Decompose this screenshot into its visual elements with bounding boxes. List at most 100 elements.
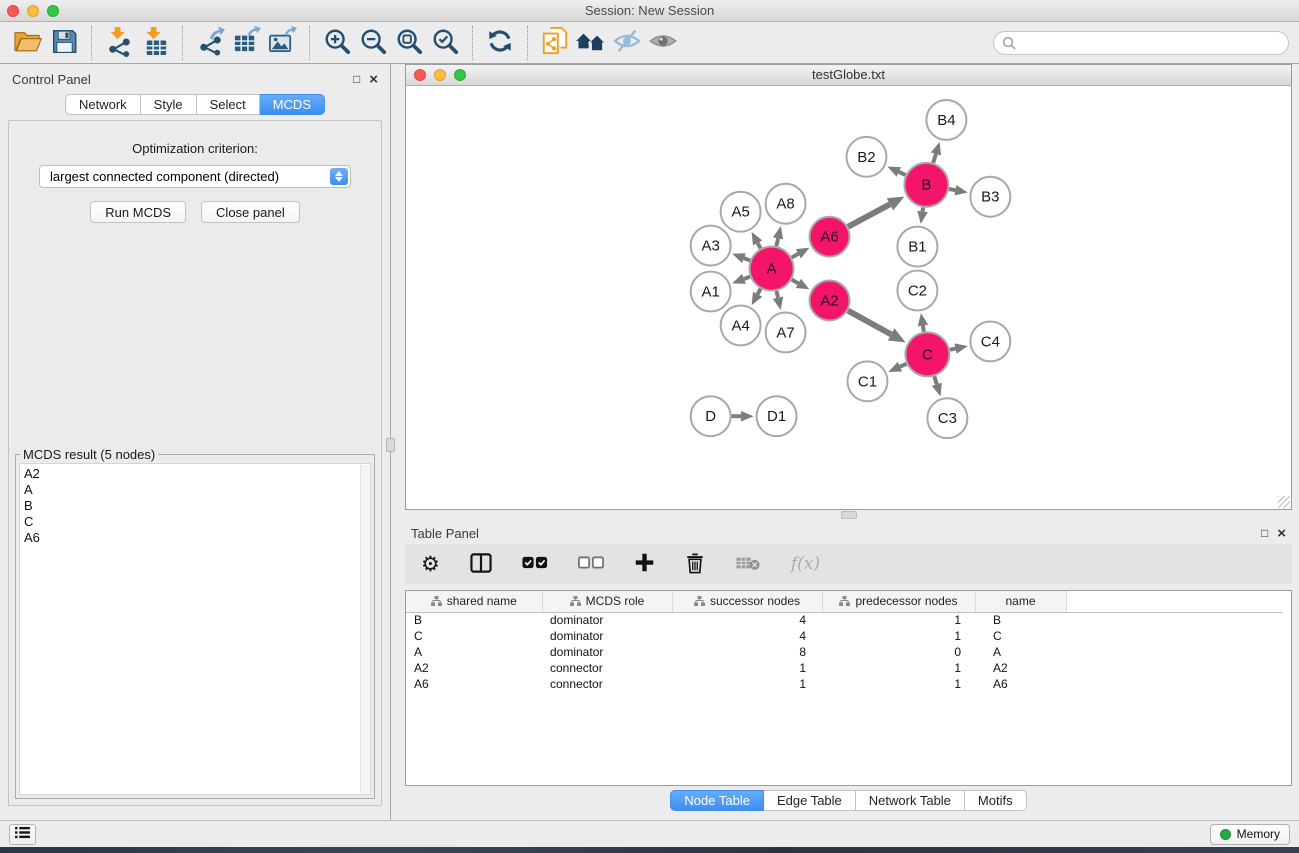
result-item[interactable]: A6 <box>24 530 370 546</box>
column-header-successor-nodes[interactable]: successor nodes <box>672 591 822 612</box>
close-window-button[interactable] <box>7 5 19 17</box>
table-row[interactable]: A2connector11A2 <box>406 660 1282 676</box>
cell-predecessor-nodes[interactable]: 0 <box>822 644 975 660</box>
graph-edge-A-A5[interactable] <box>758 243 761 249</box>
memory-button[interactable]: Memory <box>1210 824 1290 845</box>
cell-shared-name[interactable]: A2 <box>406 660 542 676</box>
zoom-in-button[interactable] <box>319 26 355 60</box>
tab-select[interactable]: Select <box>197 94 260 115</box>
cell-shared-name[interactable]: B <box>406 612 542 628</box>
table-row[interactable]: A6connector11A6 <box>406 676 1282 692</box>
window-resize-grip[interactable] <box>1278 496 1290 508</box>
deselect-all-button[interactable] <box>578 556 604 572</box>
network-canvas[interactable]: AA1A2A3A4A5A6A7A8BB1B2B3B4CC1C2C3C4DD1 <box>406 86 1291 509</box>
graph-node-A1[interactable]: A1 <box>691 272 731 312</box>
graph-node-A[interactable]: A <box>750 247 794 291</box>
cell-name[interactable]: A6 <box>975 676 1066 692</box>
tab-network-table[interactable]: Network Table <box>856 790 965 811</box>
graph-edge-B-B2[interactable] <box>899 172 906 175</box>
zoom-selected-button[interactable] <box>427 26 463 60</box>
zoom-fit-button[interactable] <box>391 26 427 60</box>
first-neighbors-button[interactable] <box>573 26 609 60</box>
graph-node-B1[interactable]: B1 <box>897 227 937 267</box>
float-table-panel-icon[interactable]: □ <box>1261 527 1268 539</box>
table-row[interactable]: Bdominator41B <box>406 612 1282 628</box>
cell-predecessor-nodes[interactable]: 1 <box>822 676 975 692</box>
graph-node-A2[interactable]: A2 <box>810 281 850 321</box>
import-network-button[interactable] <box>101 26 137 60</box>
graph-node-B4[interactable]: B4 <box>926 100 966 140</box>
close-table-panel-icon[interactable]: × <box>1277 526 1286 541</box>
splitter-grip[interactable] <box>841 511 857 519</box>
graph-edge-A-A6[interactable] <box>792 254 799 258</box>
graph-edge-B-B1[interactable] <box>923 207 924 211</box>
graph-node-B2[interactable]: B2 <box>847 137 887 177</box>
graph-node-D1[interactable]: D1 <box>757 396 797 436</box>
cell-successor-nodes[interactable]: 1 <box>672 676 822 692</box>
float-panel-icon[interactable]: □ <box>353 73 360 85</box>
tab-edge-table[interactable]: Edge Table <box>764 790 856 811</box>
cell-MCDS-role[interactable]: connector <box>542 676 672 692</box>
cell-name[interactable]: C <box>975 628 1066 644</box>
graph-edge-A-A4[interactable] <box>758 289 761 295</box>
graph-edge-B-B4[interactable] <box>933 154 936 163</box>
delete-table-button[interactable] <box>735 555 761 574</box>
graph-node-A3[interactable]: A3 <box>691 226 731 266</box>
network-minimize-button[interactable] <box>434 69 446 81</box>
save-session-button[interactable] <box>46 26 82 60</box>
graph-node-C3[interactable]: C3 <box>927 398 967 438</box>
refresh-button[interactable] <box>482 26 518 60</box>
graph-edge-A-A1[interactable] <box>744 277 750 279</box>
graph-node-C4[interactable]: C4 <box>970 321 1010 361</box>
result-list-scrollbar[interactable] <box>360 465 369 793</box>
cell-MCDS-role[interactable]: dominator <box>542 628 672 644</box>
export-image-button[interactable] <box>264 26 300 60</box>
cell-MCDS-role[interactable]: connector <box>542 660 672 676</box>
cell-successor-nodes[interactable]: 4 <box>672 628 822 644</box>
table-row[interactable]: Adominator80A <box>406 644 1282 660</box>
node-table-container[interactable]: shared nameMCDS rolesuccessor nodesprede… <box>405 590 1292 786</box>
cell-name[interactable]: B <box>975 612 1066 628</box>
cell-name[interactable]: A2 <box>975 660 1066 676</box>
delete-column-button[interactable] <box>685 552 705 577</box>
graph-edge-C-C2[interactable] <box>923 326 924 332</box>
task-history-button[interactable] <box>9 824 36 845</box>
show-all-button[interactable] <box>645 26 681 60</box>
close-panel-button[interactable]: Close panel <box>201 201 300 223</box>
result-item[interactable]: A2 <box>24 466 370 482</box>
mcds-result-list[interactable]: A2ABCA6 <box>19 463 371 795</box>
network-maximize-button[interactable] <box>454 69 466 81</box>
tab-motifs[interactable]: Motifs <box>965 790 1027 811</box>
export-table-button[interactable] <box>228 26 264 60</box>
tab-node-table[interactable]: Node Table <box>670 790 764 811</box>
graph-edge-A-A7[interactable] <box>776 291 777 298</box>
column-header-MCDS-role[interactable]: MCDS role <box>542 591 672 612</box>
graph-node-C[interactable]: C <box>905 332 949 376</box>
maximize-window-button[interactable] <box>47 5 59 17</box>
graph-node-B[interactable]: B <box>904 163 948 207</box>
result-item[interactable]: C <box>24 514 370 530</box>
close-panel-icon[interactable]: × <box>369 72 378 87</box>
panel-splitter-grip[interactable] <box>386 438 395 452</box>
add-column-button[interactable] <box>634 552 655 576</box>
tab-mcds[interactable]: MCDS <box>260 94 325 115</box>
column-header-name[interactable]: name <box>975 591 1066 612</box>
cell-successor-nodes[interactable]: 4 <box>672 612 822 628</box>
export-network-button[interactable] <box>192 26 228 60</box>
search-field[interactable] <box>993 31 1289 55</box>
select-all-button[interactable] <box>522 556 548 572</box>
cell-predecessor-nodes[interactable]: 1 <box>822 660 975 676</box>
graph-edge-C-C3[interactable] <box>934 376 937 384</box>
cell-shared-name[interactable]: A6 <box>406 676 542 692</box>
function-builder-button[interactable]: f(x) <box>791 554 820 574</box>
graph-edge-A-A2[interactable] <box>792 280 799 284</box>
tab-network[interactable]: Network <box>65 94 141 115</box>
cell-shared-name[interactable]: C <box>406 628 542 644</box>
hide-selected-button[interactable] <box>609 26 645 60</box>
tab-style[interactable]: Style <box>141 94 197 115</box>
import-table-button[interactable] <box>137 26 173 60</box>
graph-node-B3[interactable]: B3 <box>970 177 1010 217</box>
graph-node-A4[interactable]: A4 <box>721 305 761 345</box>
minimize-window-button[interactable] <box>27 5 39 17</box>
graph-edge-A-A3[interactable] <box>744 258 750 260</box>
